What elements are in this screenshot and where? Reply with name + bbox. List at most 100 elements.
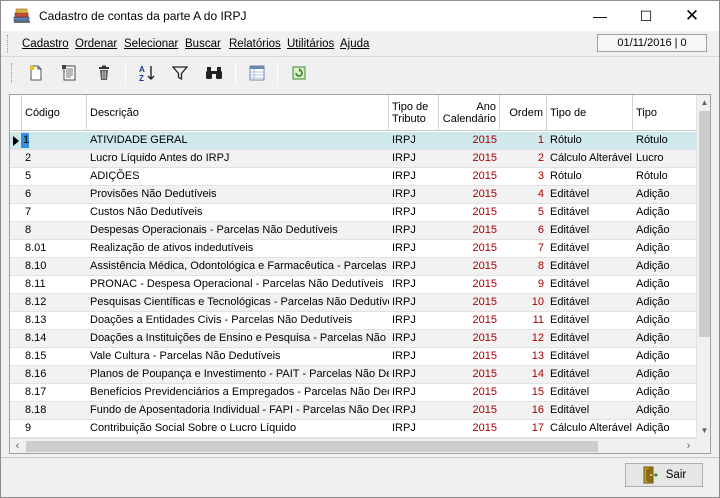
accounts-grid[interactable]: Código Descrição Tipo de Tributo Ano Cal… xyxy=(9,94,711,454)
cell-tipo-tributo[interactable]: IRPJ xyxy=(389,132,439,150)
cell-ano-calendario[interactable]: 2015 xyxy=(439,420,500,438)
cell-tipo-lancamento[interactable]: Adição xyxy=(633,186,696,204)
table-row[interactable]: 9 Contribuição Social Sobre o Lucro Líqui… xyxy=(10,420,696,438)
cell-tipo-registro[interactable]: Editável xyxy=(547,348,633,366)
header-tipo-lancamento[interactable]: Tipo Lançar xyxy=(633,95,696,131)
cell-codigo[interactable]: 1 xyxy=(22,132,87,150)
cell-tipo-lancamento[interactable]: Rótulo xyxy=(633,132,696,150)
table-row[interactable]: 6 Provisões Não Dedutíveis IRPJ 2015 4 Editáv… xyxy=(10,186,696,204)
cell-tipo-tributo[interactable]: IRPJ xyxy=(389,420,439,438)
cell-tipo-tributo[interactable]: IRPJ xyxy=(389,366,439,384)
cell-codigo[interactable]: 8.14 xyxy=(22,330,87,348)
scroll-left-arrow-icon[interactable]: ‹ xyxy=(10,439,25,453)
table-row[interactable]: 1 ATIVIDADE GERAL IRPJ 2015 1 Rótulo Rótulo xyxy=(10,132,696,150)
cell-tipo-registro[interactable]: Rótulo xyxy=(547,168,633,186)
cell-tipo-lancamento[interactable]: Adição xyxy=(633,384,696,402)
menu-ordenar[interactable]: Ordenar xyxy=(75,38,117,50)
cell-codigo[interactable]: 8.16 xyxy=(22,366,87,384)
cell-codigo[interactable]: 8.01 xyxy=(22,240,87,258)
cell-tipo-tributo[interactable]: IRPJ xyxy=(389,240,439,258)
cell-tipo-lancamento[interactable]: Adição xyxy=(633,348,696,366)
cell-ano-calendario[interactable]: 2015 xyxy=(439,132,500,150)
menu-utilitarios[interactable]: Utilitários xyxy=(287,38,334,50)
cell-tipo-lancamento[interactable]: Adição xyxy=(633,258,696,276)
cell-ano-calendario[interactable]: 2015 xyxy=(439,348,500,366)
cell-ordem[interactable]: 8 xyxy=(500,258,547,276)
table-row[interactable]: 8.12 Pesquisas Científicas e Tecnológicas… xyxy=(10,294,696,312)
cell-ordem[interactable]: 13 xyxy=(500,348,547,366)
cell-tipo-tributo[interactable]: IRPJ xyxy=(389,276,439,294)
cell-descricao[interactable]: Provisões Não Dedutíveis xyxy=(87,186,389,204)
cell-ordem[interactable]: 16 xyxy=(500,402,547,420)
cell-descricao[interactable]: Assistência Médica, Odontológica e Farma… xyxy=(87,258,389,276)
cell-codigo[interactable]: 2 xyxy=(22,150,87,168)
cell-codigo[interactable]: 8.17 xyxy=(22,384,87,402)
cell-tipo-tributo[interactable]: IRPJ xyxy=(389,312,439,330)
menu-cadastro[interactable]: Cadastro xyxy=(22,38,69,50)
edit-button[interactable] xyxy=(59,62,81,84)
cell-tipo-lancamento[interactable]: Lucro xyxy=(633,150,696,168)
cell-codigo[interactable]: 5 xyxy=(22,168,87,186)
cell-ano-calendario[interactable]: 2015 xyxy=(439,204,500,222)
cell-ordem[interactable]: 10 xyxy=(500,294,547,312)
sort-button[interactable]: A Z xyxy=(136,62,158,84)
cell-descricao[interactable]: Doações a Instituições de Ensino e Pesqu… xyxy=(87,330,389,348)
cell-tipo-registro[interactable]: Editável xyxy=(547,366,633,384)
table-row[interactable]: 8.16 Planos de Poupança e Investimento - … xyxy=(10,366,696,384)
cell-ordem[interactable]: 4 xyxy=(500,186,547,204)
cell-tipo-tributo[interactable]: IRPJ xyxy=(389,150,439,168)
cell-ordem[interactable]: 3 xyxy=(500,168,547,186)
cell-ano-calendario[interactable]: 2015 xyxy=(439,222,500,240)
cell-descricao[interactable]: Vale Cultura - Parcelas Não Dedutíveis xyxy=(87,348,389,366)
header-ordem[interactable]: Ordem xyxy=(500,95,547,131)
cell-codigo[interactable]: 8.12 xyxy=(22,294,87,312)
cell-tipo-registro[interactable]: Editável xyxy=(547,204,633,222)
table-row[interactable]: 5 ADIÇÕES IRPJ 2015 3 Rótulo Rótulo xyxy=(10,168,696,186)
scroll-up-arrow-icon[interactable]: ▲ xyxy=(697,95,710,110)
cell-tipo-tributo[interactable]: IRPJ xyxy=(389,330,439,348)
cell-tipo-tributo[interactable]: IRPJ xyxy=(389,186,439,204)
cell-tipo-tributo[interactable]: IRPJ xyxy=(389,294,439,312)
cell-codigo[interactable]: 8.10 xyxy=(22,258,87,276)
vertical-scrollbar[interactable]: ▲ ▼ xyxy=(696,95,710,438)
maximize-button[interactable]: ☐ xyxy=(623,1,669,31)
cell-tipo-lancamento[interactable]: Adição xyxy=(633,312,696,330)
cell-tipo-registro[interactable]: Editável xyxy=(547,276,633,294)
cell-tipo-lancamento[interactable]: Adição xyxy=(633,204,696,222)
cell-ordem[interactable]: 7 xyxy=(500,240,547,258)
cell-ano-calendario[interactable]: 2015 xyxy=(439,258,500,276)
menu-selecionar[interactable]: Selecionar xyxy=(124,38,178,50)
scroll-right-arrow-icon[interactable]: › xyxy=(681,439,696,453)
header-codigo[interactable]: Código xyxy=(22,95,87,131)
cell-ordem[interactable]: 5 xyxy=(500,204,547,222)
table-row[interactable]: 8.10 Assistência Médica, Odontológica e F… xyxy=(10,258,696,276)
cell-ano-calendario[interactable]: 2015 xyxy=(439,366,500,384)
cell-tipo-tributo[interactable]: IRPJ xyxy=(389,168,439,186)
cell-codigo[interactable]: 8.13 xyxy=(22,312,87,330)
cell-tipo-tributo[interactable]: IRPJ xyxy=(389,402,439,420)
exit-button[interactable]: Sair xyxy=(625,463,703,487)
refresh-button[interactable] xyxy=(288,62,310,84)
cell-tipo-registro[interactable]: Cálculo Alterável xyxy=(547,420,633,438)
new-button[interactable] xyxy=(25,62,47,84)
cell-codigo[interactable]: 7 xyxy=(22,204,87,222)
menu-buscar[interactable]: Buscar xyxy=(185,38,221,50)
cell-ordem[interactable]: 6 xyxy=(500,222,547,240)
cell-tipo-registro[interactable]: Editável xyxy=(547,294,633,312)
scroll-down-arrow-icon[interactable]: ▼ xyxy=(697,423,710,438)
cell-tipo-registro[interactable]: Editável xyxy=(547,330,633,348)
cell-ordem[interactable]: 17 xyxy=(500,420,547,438)
cell-codigo[interactable]: 8 xyxy=(22,222,87,240)
cell-ordem[interactable]: 1 xyxy=(500,132,547,150)
cell-tipo-registro[interactable]: Editável xyxy=(547,240,633,258)
cell-descricao[interactable]: Despesas Operacionais - Parcelas Não Ded… xyxy=(87,222,389,240)
cell-descricao[interactable]: Contribuição Social Sobre o Lucro Líquid… xyxy=(87,420,389,438)
cell-ano-calendario[interactable]: 2015 xyxy=(439,330,500,348)
cell-tipo-lancamento[interactable]: Adição xyxy=(633,276,696,294)
vertical-scroll-thumb[interactable] xyxy=(699,111,710,337)
cell-ordem[interactable]: 11 xyxy=(500,312,547,330)
table-row[interactable]: 8.18 Fundo de Aposentadoria Individual - … xyxy=(10,402,696,420)
cell-descricao[interactable]: Fundo de Aposentadoria Individual - FAPI… xyxy=(87,402,389,420)
cell-descricao[interactable]: Custos Não Dedutíveis xyxy=(87,204,389,222)
cell-tipo-tributo[interactable]: IRPJ xyxy=(389,258,439,276)
